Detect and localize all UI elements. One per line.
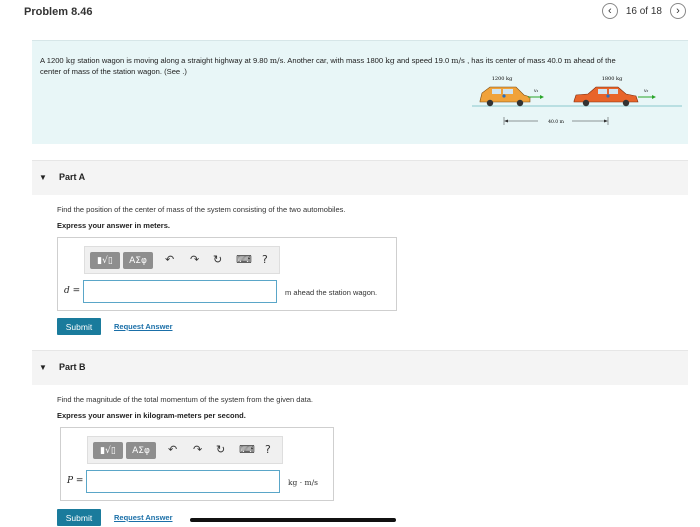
part-a-submit-button[interactable]: Submit xyxy=(57,318,101,335)
distance-label: 40.0 m xyxy=(548,119,564,125)
templates-button[interactable]: ▮√▯ xyxy=(93,442,123,459)
chevron-left-icon: ‹ xyxy=(608,4,612,17)
right-mass-label: 1800 kg xyxy=(602,76,623,82)
part-a-answer-box: ▮√▯ ΑΣφ ↶ ↷ ↻ ⌨ ? d = m ahead the statio… xyxy=(57,237,397,311)
greek-symbols-button[interactable]: ΑΣφ xyxy=(123,252,153,269)
part-a-request-answer-link[interactable]: Request Answer xyxy=(114,322,173,331)
part-a-instruction: Express your answer in meters. xyxy=(57,221,170,230)
undo-icon[interactable]: ↶ xyxy=(165,253,174,266)
help-icon[interactable]: ? xyxy=(262,253,268,266)
header: Problem 8.46 ‹ 16 of 18 › xyxy=(0,0,700,26)
part-b-toolbar: ▮√▯ ΑΣφ ↶ ↷ ↻ ⌨ ? xyxy=(87,436,283,464)
part-b-unit: kg · m/s xyxy=(288,478,318,487)
previous-button[interactable]: ‹ xyxy=(601,3,618,19)
part-a-unit: m ahead the station wagon. xyxy=(285,288,378,297)
reset-icon[interactable]: ↻ xyxy=(213,253,222,266)
v2-label: v₂ xyxy=(644,89,649,94)
templates-button[interactable]: ▮√▯ xyxy=(90,252,120,269)
chevron-right-icon: › xyxy=(676,4,680,17)
part-b-question: Find the magnitude of the total momentum… xyxy=(57,395,313,404)
part-b-instruction: Express your answer in kilogram-meters p… xyxy=(57,411,246,420)
redo-icon[interactable]: ↷ xyxy=(190,253,199,266)
part-b-submit-button[interactable]: Submit xyxy=(57,509,101,526)
part-a-header[interactable]: ▼ Part A xyxy=(32,160,688,195)
help-icon[interactable]: ? xyxy=(265,443,271,456)
part-a-label: Part A xyxy=(59,172,86,182)
car-icon xyxy=(573,86,639,107)
cars-figure: 1200 kg 1800 kg v₁ v₂ 40.0 m xyxy=(472,76,682,125)
d-answer-input[interactable] xyxy=(83,280,277,303)
undo-icon[interactable]: ↶ xyxy=(168,443,177,456)
keyboard-icon[interactable]: ⌨ xyxy=(236,253,252,266)
part-a-toolbar: ▮√▯ ΑΣφ ↶ ↷ ↻ ⌨ ? xyxy=(84,246,280,274)
collapse-triangle-icon[interactable]: ▼ xyxy=(39,173,47,182)
part-b-request-answer-link[interactable]: Request Answer xyxy=(114,513,173,522)
problem-statement: A 1200 kg station wagon is moving along … xyxy=(32,40,688,144)
problem-title: Problem 8.46 xyxy=(24,6,93,18)
left-mass-label: 1200 kg xyxy=(492,76,513,82)
part-a-question: Find the position of the center of mass … xyxy=(57,205,346,214)
part-b-answer-box: ▮√▯ ΑΣφ ↶ ↷ ↻ ⌨ ? P = kg · m/s xyxy=(60,427,334,501)
p-answer-input[interactable] xyxy=(86,470,280,493)
reset-icon[interactable]: ↻ xyxy=(216,443,225,456)
v1-label: v₁ xyxy=(534,89,539,94)
part-b-header[interactable]: ▼ Part B xyxy=(32,350,688,385)
p-variable-label: P = xyxy=(67,476,84,486)
part-b-label: Part B xyxy=(59,362,86,372)
next-button[interactable]: › xyxy=(670,3,686,19)
station-wagon-icon xyxy=(479,86,531,107)
greek-symbols-button[interactable]: ΑΣφ xyxy=(126,442,156,459)
pager-nav: ‹ 16 of 18 › xyxy=(601,3,686,19)
collapse-triangle-icon[interactable]: ▼ xyxy=(39,363,47,372)
d-variable-label: d = xyxy=(64,286,81,296)
keyboard-icon[interactable]: ⌨ xyxy=(239,443,255,456)
horizontal-scrollbar[interactable] xyxy=(190,518,396,522)
redo-icon[interactable]: ↷ xyxy=(193,443,202,456)
pager-label: 16 of 18 xyxy=(625,5,662,17)
